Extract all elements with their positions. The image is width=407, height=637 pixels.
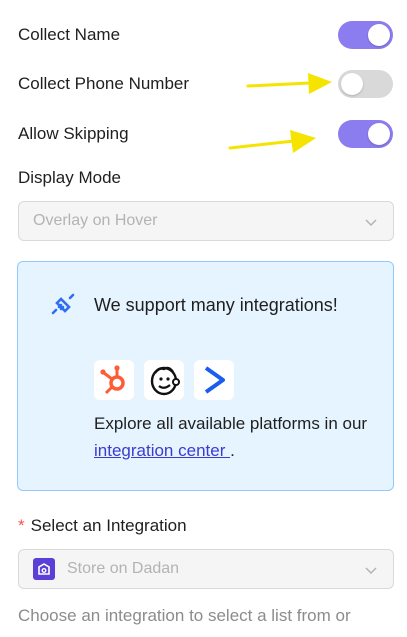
collect-phone-row: Collect Phone Number [18,70,393,98]
settings-panel: Collect Name Collect Phone Number Allow … [0,0,407,637]
annotation-arrow-icon [228,130,316,153]
collect-name-label: Collect Name [18,25,121,44]
activecampaign-logo-icon [194,360,234,400]
toggle-knob [368,24,390,46]
annotation-arrow-icon [246,73,332,94]
hubspot-logo-icon [94,360,134,400]
display-mode-select[interactable]: Overlay on Hover [18,201,394,241]
integration-select-value: Store on Dadan [67,560,180,577]
integrations-desc-text: Explore all available platforms in our [94,414,368,433]
display-mode-label: Display Mode [18,168,121,187]
select-integration-label: * Select an Integration [18,516,187,536]
integration-logos [94,360,234,400]
select-integration-text: Select an Integration [30,516,187,535]
allow-skipping-row: Allow Skipping [18,120,393,148]
allow-skipping-toggle[interactable] [338,120,393,148]
toggle-knob [368,123,390,145]
collect-phone-toggle[interactable] [338,70,393,98]
integrations-title: We support many integrations! [94,295,338,315]
integration-center-link[interactable]: integration center [94,441,230,460]
required-mark: * [18,516,25,535]
collect-phone-label: Collect Phone Number [18,74,190,93]
display-mode-value: Overlay on Hover [33,212,158,229]
mailchimp-logo-icon [144,360,184,400]
chevron-down-icon [365,219,377,227]
integrations-info-box: We support many integrations! Explore al… [17,261,394,491]
link-icon [51,293,75,315]
collect-name-row: Collect Name [18,21,393,49]
integrations-description: Explore all available platforms in our i… [94,410,379,464]
chevron-down-icon [365,567,377,575]
integration-help-text: Choose an integration to select a list f… [18,606,351,625]
store-icon [33,558,55,580]
collect-name-toggle[interactable] [338,21,393,49]
toggle-knob [341,73,363,95]
integrations-desc-suffix: . [230,441,235,460]
allow-skipping-label: Allow Skipping [18,124,129,143]
integration-select[interactable]: Store on Dadan [18,549,394,589]
